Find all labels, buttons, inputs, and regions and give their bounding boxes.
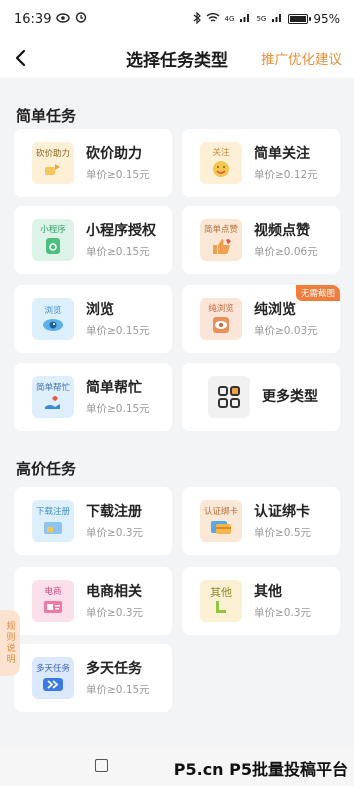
card-price: 单价≥0.15元 <box>86 683 150 696</box>
battery-percent: 95% <box>313 12 340 26</box>
card-price: 单价≥0.3元 <box>86 606 143 619</box>
task-card-other[interactable]: 其他 其他 单价≥0.3元 <box>182 567 340 635</box>
card-price: 单价≥0.15元 <box>86 168 150 181</box>
card-price: 单价≥0.5元 <box>254 526 311 539</box>
card-price: 单价≥0.03元 <box>254 324 318 337</box>
task-card-pure-browse[interactable]: 纯浏览 纯浏览 单价≥0.03元 无需截图 <box>182 285 340 353</box>
card-price: 单价≥0.15元 <box>86 402 150 415</box>
task-card-verify-bindcard[interactable]: 认证绑卡 认证绑卡 单价≥0.5元 <box>182 487 340 555</box>
card-price: 单价≥0.3元 <box>86 526 143 539</box>
promo-suggestion-link[interactable]: 推广优化建议 <box>261 48 342 68</box>
pure-browse-icon: 纯浏览 <box>200 298 242 340</box>
card-name: 简单关注 <box>254 145 310 162</box>
browse-icon: 浏览 <box>32 298 74 340</box>
system-nav-bar: P5.cn P5批量投稿平台 <box>0 748 354 786</box>
task-card-more-types[interactable]: 更多类型 <box>182 363 340 431</box>
grid-icon <box>208 376 250 418</box>
card-name: 简单帮忙 <box>86 379 142 396</box>
battery-icon <box>288 14 312 24</box>
signal-4g-label: 4G <box>224 15 235 23</box>
task-card-bargain[interactable]: 砍价助力 砍价助力 单价≥0.15元 <box>14 129 172 197</box>
download-register-icon: 下载注册 <box>32 500 74 542</box>
task-card-video-like[interactable]: 简单点赞 视频点赞 单价≥0.06元 <box>182 206 340 274</box>
task-card-follow[interactable]: 关注 简单关注 单价≥0.12元 <box>182 129 340 197</box>
rules-tab[interactable]: 规则说明 <box>0 610 20 676</box>
task-type-page: 16:39 4G 5G 95% 选择任务类型 推广优化建议 简单任务 砍价助力 … <box>0 0 354 786</box>
task-card-ecommerce[interactable]: 电商 电商相关 单价≥0.3元 <box>14 567 172 635</box>
card-name: 认证绑卡 <box>254 503 310 520</box>
video-like-icon: 简单点赞 <box>200 219 242 261</box>
card-name: 纯浏览 <box>254 301 296 318</box>
back-button[interactable] <box>0 38 40 78</box>
task-card-miniprogram[interactable]: 小程序 小程序授权 单价≥0.15元 <box>14 206 172 274</box>
card-price: 单价≥0.06元 <box>254 245 318 258</box>
verify-bindcard-icon: 认证绑卡 <box>200 500 242 542</box>
follow-icon: 关注 <box>200 142 242 184</box>
card-name: 视频点赞 <box>254 222 310 239</box>
task-card-multi-day[interactable]: 多天任务 多天任务 单价≥0.15元 <box>14 644 172 712</box>
eye-icon <box>56 12 71 27</box>
card-name: 更多类型 <box>262 389 318 405</box>
signal-icon <box>239 12 251 26</box>
bargain-icon: 砍价助力 <box>32 142 74 184</box>
card-price: 单价≥0.15元 <box>86 324 150 337</box>
chevron-left-icon <box>15 49 26 67</box>
multi-day-icon: 多天任务 <box>32 657 74 699</box>
card-name: 砍价助力 <box>86 145 142 162</box>
wifi-icon <box>206 12 220 26</box>
no-screenshot-badge: 无需截图 <box>295 285 340 301</box>
bluetooth-icon <box>193 11 201 27</box>
card-name: 其他 <box>254 583 282 600</box>
card-name: 小程序授权 <box>86 222 156 239</box>
alarm-icon <box>75 11 87 27</box>
card-name: 电商相关 <box>86 583 142 600</box>
card-price: 单价≥0.3元 <box>254 606 311 619</box>
card-price: 单价≥0.15元 <box>86 245 150 258</box>
signal-icon-2 <box>271 12 283 26</box>
status-time: 16:39 <box>14 11 52 27</box>
task-card-download-register[interactable]: 下载注册 下载注册 单价≥0.3元 <box>14 487 172 555</box>
status-bar: 16:39 4G 5G 95% <box>0 0 354 38</box>
section-title-simple: 简单任务 <box>16 107 77 125</box>
task-card-browse[interactable]: 浏览 浏览 单价≥0.15元 <box>14 285 172 353</box>
recent-apps-button[interactable] <box>95 759 108 772</box>
section-title-premium: 高价任务 <box>16 460 77 478</box>
task-card-help[interactable]: 简单帮忙 简单帮忙 单价≥0.15元 <box>14 363 172 431</box>
help-icon: 简单帮忙 <box>32 376 74 418</box>
card-name: 下载注册 <box>86 503 142 520</box>
ecommerce-icon: 电商 <box>32 580 74 622</box>
nav-bar: 选择任务类型 推广优化建议 <box>0 38 354 78</box>
watermark-text: P5.cn P5批量投稿平台 <box>173 760 348 779</box>
miniprogram-icon: 小程序 <box>32 219 74 261</box>
signal-5g-label: 5G <box>256 15 267 23</box>
card-name: 浏览 <box>86 301 114 318</box>
card-name: 多天任务 <box>86 660 142 677</box>
other-icon: 其他 <box>200 580 242 622</box>
card-price: 单价≥0.12元 <box>254 168 318 181</box>
